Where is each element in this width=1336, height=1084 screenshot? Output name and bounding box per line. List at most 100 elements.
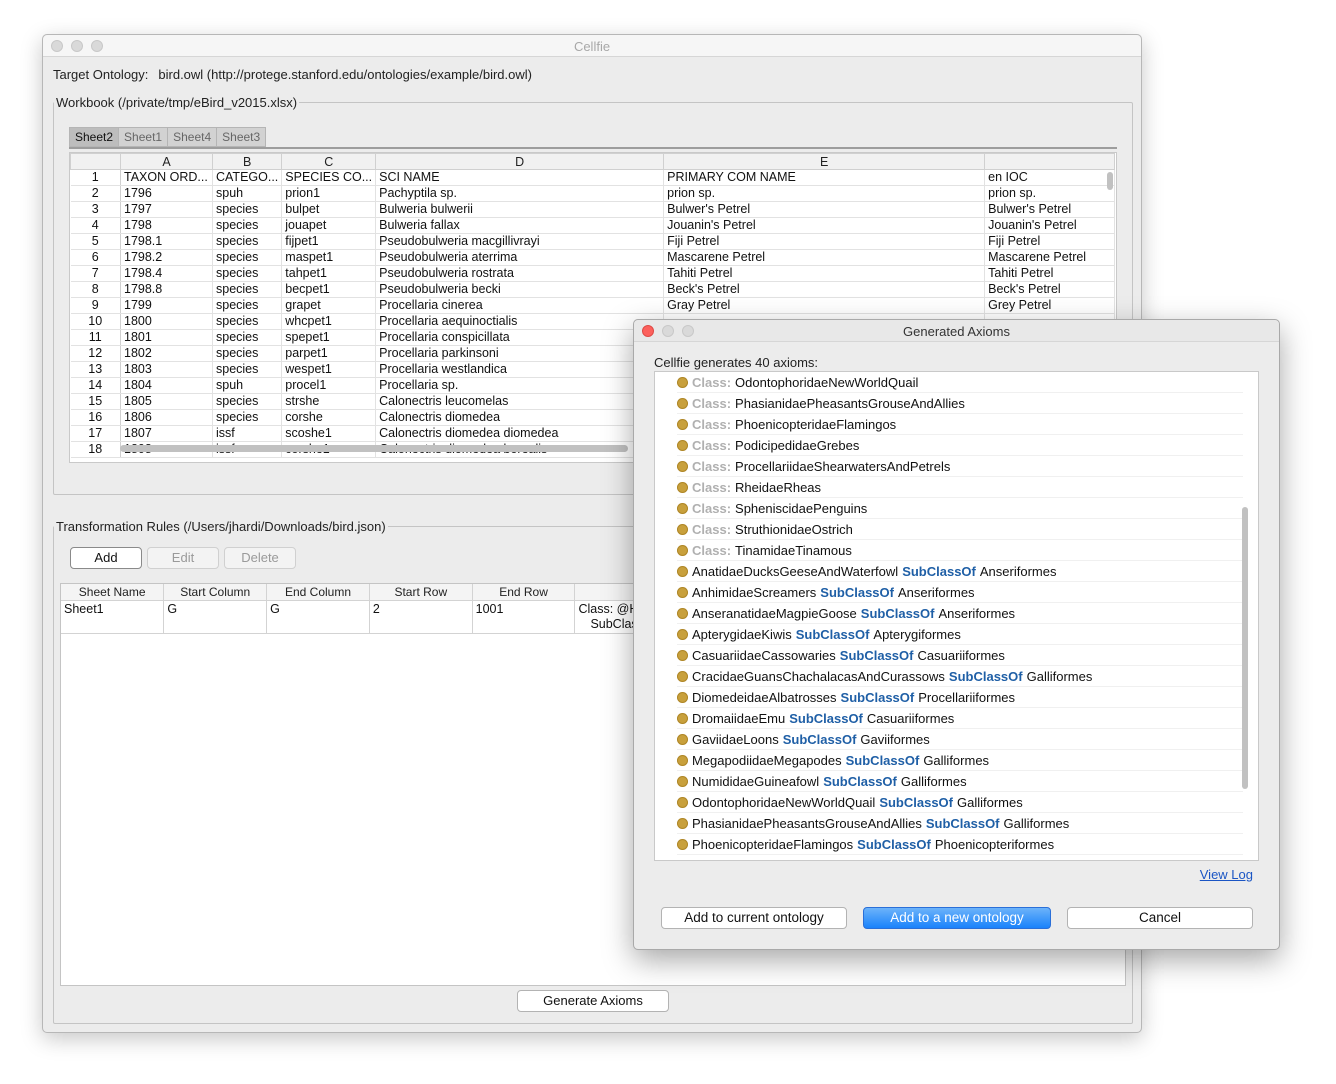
axiom-row-subclass[interactable]: GaviidaeLoons SubClassOf Gaviiformes xyxy=(677,729,1243,750)
sheet-cell[interactable]: species xyxy=(212,297,283,314)
sheet-cell[interactable]: SPECIES CO... xyxy=(281,169,377,186)
sheet-cell[interactable]: species xyxy=(212,329,283,346)
sheet-cell[interactable]: Beck's Petrel xyxy=(984,281,1116,298)
sheet-cell[interactable]: Jouanin's Petrel xyxy=(984,217,1116,234)
header-end-row[interactable]: End Row xyxy=(472,584,576,601)
axiom-row-class[interactable]: Class: OdontophoridaeNewWorldQuail xyxy=(677,372,1243,393)
sheet-cell[interactable]: Bulwer's Petrel xyxy=(984,201,1116,218)
sheet-cell[interactable]: Procellaria westlandica xyxy=(375,361,665,378)
sheet-row[interactable]: 1 TAXON ORD... CATEGO... SPECIES CO... SCI N… xyxy=(70,169,1116,186)
cancel-button[interactable]: Cancel xyxy=(1067,907,1253,929)
axiom-vertical-scrollbar[interactable] xyxy=(1240,372,1250,860)
sheet-row[interactable]: 8 1798.8 species becpet1 Pseudobulweria beck… xyxy=(70,281,1116,298)
sheet-cell[interactable]: 1799 xyxy=(120,297,213,314)
sheet-cell[interactable]: prion1 xyxy=(281,185,377,202)
sheet-cell[interactable]: bulpet xyxy=(281,201,377,218)
sheet-cell[interactable]: prion sp. xyxy=(984,185,1116,202)
generate-axioms-button[interactable]: Generate Axioms xyxy=(517,990,669,1012)
sheet-cell[interactable]: species xyxy=(212,409,283,426)
axiom-row-subclass[interactable]: AnseranatidaeMagpieGoose SubClassOf Anseri… xyxy=(677,603,1243,624)
sheet-cell[interactable]: 1798.8 xyxy=(120,281,213,298)
sheet-cell[interactable]: TAXON ORD... xyxy=(120,169,213,186)
sheet-row[interactable]: 5 1798.1 species fijpet1 Pseudobulweria macg… xyxy=(70,233,1116,250)
sheet-cell[interactable]: 1797 xyxy=(120,201,213,218)
axiom-row-subclass[interactable]: OdontophoridaeNewWorldQuail SubClassOf Gal… xyxy=(677,792,1243,813)
sheet-cell[interactable]: Procellaria parkinsoni xyxy=(375,345,665,362)
sheet-cell[interactable]: 1798 xyxy=(120,217,213,234)
sheet-cell[interactable]: species xyxy=(212,265,283,282)
column-header-d[interactable]: D xyxy=(375,153,665,170)
add-to-current-ontology-button[interactable]: Add to current ontology xyxy=(661,907,847,929)
sheet-cell[interactable]: spuh xyxy=(212,377,283,394)
axiom-row-subclass[interactable]: PhasianidaePheasantsGrouseAndAllies SubCl… xyxy=(677,813,1243,834)
sheet-cell[interactable]: Calonectris diomedea xyxy=(375,409,665,426)
sheet-cell[interactable]: Mascarene Petrel xyxy=(984,249,1116,266)
tab-sheet2[interactable]: Sheet2 xyxy=(69,127,120,147)
sheet-cell[interactable]: spepet1 xyxy=(281,329,377,346)
axiom-row-subclass[interactable]: ApterygidaeKiwis SubClassOf Apterygiformes xyxy=(677,624,1243,645)
dialog-titlebar[interactable]: Generated Axioms xyxy=(634,320,1279,342)
sheet-row[interactable]: 3 1797 species bulpet Bulweria bulwerii Bulwe… xyxy=(70,201,1116,218)
sheet-cell[interactable]: species xyxy=(212,201,283,218)
sheet-cell[interactable]: fijpet1 xyxy=(281,233,377,250)
sheet-cell[interactable]: species xyxy=(212,361,283,378)
sheet-cell[interactable]: grapet xyxy=(281,297,377,314)
sheet-cell[interactable]: 1800 xyxy=(120,313,213,330)
sheet-row[interactable]: 6 1798.2 species maspet1 Pseudobulweria ater… xyxy=(70,249,1116,266)
sheet-cell[interactable]: en IOC xyxy=(984,169,1116,186)
sheet-cell[interactable]: Procellaria cinerea xyxy=(375,297,665,314)
axiom-row-subclass[interactable]: CasuariidaeCassowaries SubClassOf Casuarii… xyxy=(677,645,1243,666)
header-start-column[interactable]: Start Column xyxy=(163,584,268,601)
sheet-cell[interactable]: Pseudobulweria macgillivrayi xyxy=(375,233,665,250)
axiom-row-subclass[interactable]: AnhimidaeScreamers SubClassOf Anseriformes xyxy=(677,582,1243,603)
sheet-cell[interactable]: Beck's Petrel xyxy=(663,281,986,298)
sheet-cell[interactable]: Procellaria conspicillata xyxy=(375,329,665,346)
edit-rule-button[interactable]: Edit xyxy=(147,547,219,569)
sheet-cell[interactable]: Fiji Petrel xyxy=(984,233,1116,250)
sheet-cell[interactable]: spuh xyxy=(212,185,283,202)
sheet-cell[interactable]: 1798.4 xyxy=(120,265,213,282)
axiom-row-subclass[interactable]: CracidaeGuansChachalacasAndCurassows SubC… xyxy=(677,666,1243,687)
sheet-cell[interactable]: Pachyptila sp. xyxy=(375,185,665,202)
sheet-cell[interactable]: species xyxy=(212,313,283,330)
sheet-cell[interactable]: 1798.2 xyxy=(120,249,213,266)
column-header-b[interactable]: B xyxy=(211,153,283,170)
sheet-row[interactable]: 4 1798 species jouapet Bulweria fallax Jouani… xyxy=(70,217,1116,234)
sheet-cell[interactable]: species xyxy=(212,217,283,234)
sheet-cell[interactable]: Procellaria sp. xyxy=(375,377,665,394)
axiom-row-class[interactable]: Class: TinamidaeTinamous xyxy=(677,540,1243,561)
sheet-cell[interactable]: Calonectris leucomelas xyxy=(375,393,665,410)
sheet-cell[interactable]: 1805 xyxy=(120,393,213,410)
axiom-row-class[interactable]: Class: PodicipedidaeGrebes xyxy=(677,435,1243,456)
sheet-cell[interactable]: scoshe1 xyxy=(281,425,377,442)
sheet-cell[interactable]: Procellaria aequinoctialis xyxy=(375,313,665,330)
view-log-link[interactable]: View Log xyxy=(1200,867,1253,882)
sheet-row[interactable]: 9 1799 species grapet Procellaria cinerea Gra… xyxy=(70,297,1116,314)
sheet-cell[interactable]: species xyxy=(212,345,283,362)
sheet-row[interactable]: 2 1796 spuh prion1 Pachyptila sp. prion sp. pr… xyxy=(70,185,1116,202)
delete-rule-button[interactable]: Delete xyxy=(224,547,296,569)
header-start-row[interactable]: Start Row xyxy=(369,584,473,601)
column-header-c[interactable]: C xyxy=(281,153,377,170)
sheet-cell[interactable]: Pseudobulweria rostrata xyxy=(375,265,665,282)
sheet-cell[interactable]: Pseudobulweria aterrima xyxy=(375,249,665,266)
sheet-cell[interactable]: parpet1 xyxy=(281,345,377,362)
axiom-row-class[interactable]: Class: SpheniscidaePenguins xyxy=(677,498,1243,519)
axiom-row-class[interactable]: Class: StruthionidaeOstrich xyxy=(677,519,1243,540)
sheet-cell[interactable]: species xyxy=(212,393,283,410)
sheet-cell[interactable]: becpet1 xyxy=(281,281,377,298)
sheet-cell[interactable]: Tahiti Petrel xyxy=(663,265,986,282)
axiom-row-subclass[interactable]: PhoenicopteridaeFlamingos SubClassOf Phoen… xyxy=(677,834,1243,855)
tab-sheet4[interactable]: Sheet4 xyxy=(168,127,218,147)
axiom-vertical-scroll-thumb[interactable] xyxy=(1242,507,1248,789)
sheet-row[interactable]: 7 1798.4 species tahpet1 Pseudobulweria rost… xyxy=(70,265,1116,282)
sheet-cell[interactable]: species xyxy=(212,281,283,298)
sheet-cell[interactable]: 1807 xyxy=(120,425,213,442)
sheet-cell[interactable]: Grey Petrel xyxy=(984,297,1116,314)
column-header-a[interactable]: A xyxy=(120,153,213,170)
sheet-vertical-scroll-thumb[interactable] xyxy=(1107,172,1113,190)
sheet-cell[interactable]: 1802 xyxy=(120,345,213,362)
sheet-cell[interactable]: strshe xyxy=(281,393,377,410)
add-to-new-ontology-button[interactable]: Add to a new ontology xyxy=(863,907,1051,929)
sheet-cell[interactable]: CATEGO... xyxy=(212,169,283,186)
